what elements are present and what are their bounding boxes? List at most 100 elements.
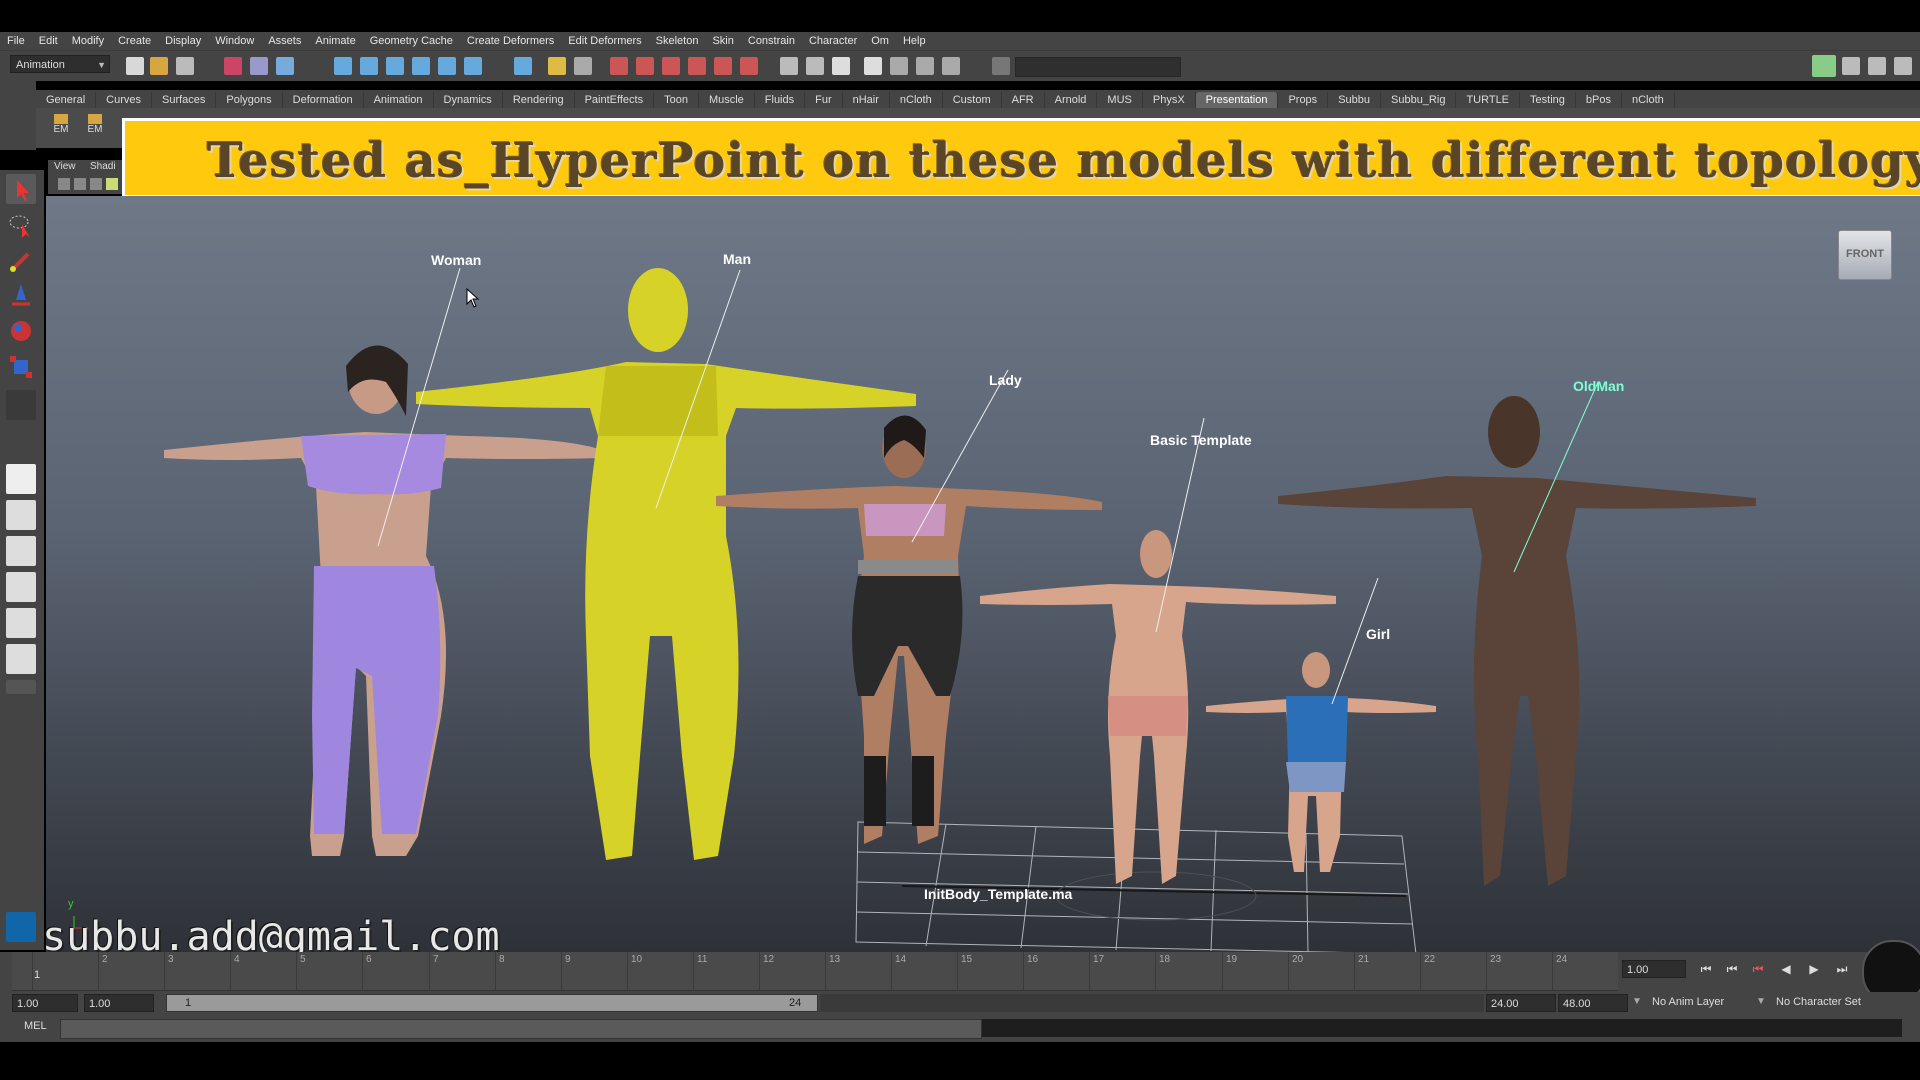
shelf-tab-subbu[interactable]: Subbu: [1328, 92, 1381, 108]
shelf-tab-arnold[interactable]: Arnold: [1045, 92, 1098, 108]
snap-surface-icon[interactable]: [438, 57, 456, 75]
render-icon[interactable]: [610, 57, 628, 75]
hypershade-icon[interactable]: [688, 57, 706, 75]
render-settings-icon[interactable]: [662, 57, 680, 75]
select-component-icon[interactable]: [276, 57, 294, 75]
shelf-tab-general[interactable]: General: [36, 92, 97, 108]
view-cube[interactable]: FRONT: [1838, 230, 1892, 280]
input-output-icon[interactable]: [780, 57, 798, 75]
shelf-tab-surfaces[interactable]: Surfaces: [152, 92, 217, 108]
shelf-tab-turtle[interactable]: TURTLE: [1456, 92, 1521, 108]
shelf-tab-polygons[interactable]: Polygons: [216, 92, 283, 108]
animation-end-field[interactable]: 48.00: [1558, 994, 1628, 1012]
field-toggle-icon[interactable]: [992, 57, 1010, 75]
menu-modify[interactable]: Modify: [65, 35, 111, 47]
shelf-button-em[interactable]: EM: [82, 114, 108, 142]
panel-menu-view[interactable]: View: [54, 161, 76, 172]
time-slider-track[interactable]: 2 3 4 5 6 7 8 9 10 11 12 13 14 15 16 17 18 19 20 21 22 23 24: [12, 952, 1618, 991]
more-layouts-icon[interactable]: [6, 680, 36, 694]
help-icon[interactable]: [514, 57, 532, 75]
camera-icon[interactable]: [890, 57, 908, 75]
panel-icon[interactable]: [58, 178, 70, 190]
menu-constrain[interactable]: Constrain: [741, 35, 802, 47]
shelf-button-em[interactable]: EM: [48, 114, 74, 142]
shelf-tab-custom[interactable]: Custom: [943, 92, 1002, 108]
menu-assets[interactable]: Assets: [261, 35, 308, 47]
tool-settings-icon[interactable]: [1868, 57, 1886, 75]
lock-icon[interactable]: [548, 57, 566, 75]
panel-icon[interactable]: [106, 178, 118, 190]
select-tool-icon[interactable]: [6, 174, 36, 204]
shelf-tab-bpos[interactable]: bPos: [1576, 92, 1622, 108]
animation-start-field[interactable]: 1.00: [12, 994, 78, 1012]
select-object-icon[interactable]: [250, 57, 268, 75]
layout-four-icon[interactable]: [6, 500, 36, 530]
light-icon[interactable]: [916, 57, 934, 75]
menu-create[interactable]: Create: [111, 35, 158, 47]
playback-start-field[interactable]: 1.00: [84, 994, 154, 1012]
shelf-tab-dynamics[interactable]: Dynamics: [434, 92, 503, 108]
shelf-tab-physx[interactable]: PhysX: [1143, 92, 1196, 108]
go-to-end-icon[interactable]: ⏭: [1832, 960, 1852, 978]
menu-display[interactable]: Display: [158, 35, 208, 47]
mel-label[interactable]: MEL: [24, 1020, 47, 1032]
rename-icon[interactable]: [806, 57, 824, 75]
shelf-tab-painteffects[interactable]: PaintEffects: [575, 92, 655, 108]
panel-icon[interactable]: [90, 178, 102, 190]
ipr-render-icon[interactable]: [636, 57, 654, 75]
last-tool-icon[interactable]: [6, 390, 36, 420]
quick-select-field[interactable]: [1015, 57, 1181, 77]
anim-layer-select[interactable]: No Anim Layer: [1652, 996, 1724, 1008]
step-back-frame-icon[interactable]: ⏮: [1748, 960, 1768, 978]
shelf-tab-presentation[interactable]: Presentation: [1195, 92, 1279, 108]
play-forwards-icon[interactable]: ▶: [1804, 960, 1824, 978]
new-scene-icon[interactable]: [126, 57, 144, 75]
rotate-tool-icon[interactable]: [6, 316, 36, 346]
play-backwards-icon[interactable]: ◀: [1776, 960, 1796, 978]
shelf-tab-toon[interactable]: Toon: [654, 92, 699, 108]
shelf-tab-deformation[interactable]: Deformation: [283, 92, 364, 108]
shelf-tab-animation[interactable]: Animation: [364, 92, 434, 108]
open-scene-icon[interactable]: [150, 57, 168, 75]
go-to-start-icon[interactable]: ⏮: [1696, 960, 1716, 978]
shelf-tab-curves[interactable]: Curves: [96, 92, 152, 108]
menu-window[interactable]: Window: [208, 35, 261, 47]
menu-file[interactable]: File: [0, 35, 32, 47]
render-globals-icon[interactable]: [740, 57, 758, 75]
save-scene-icon[interactable]: [176, 57, 194, 75]
panel-icon[interactable]: [74, 178, 86, 190]
shelf-tab-props[interactable]: Props: [1278, 92, 1329, 108]
lasso-tool-icon[interactable]: [6, 210, 36, 240]
shelf-tab-testing[interactable]: Testing: [1520, 92, 1576, 108]
snap-curve-icon[interactable]: [360, 57, 378, 75]
paint-select-icon[interactable]: [6, 246, 36, 276]
menu-character[interactable]: Character: [802, 35, 864, 47]
panel-menu-shading[interactable]: Shadi: [90, 161, 116, 172]
layout-hypergraph-icon[interactable]: [6, 608, 36, 638]
render-view-icon[interactable]: [714, 57, 732, 75]
shelf-tab-muscle[interactable]: Muscle: [699, 92, 755, 108]
character-set-select[interactable]: No Character Set: [1776, 996, 1861, 1008]
step-back-key-icon[interactable]: ⏮: [1722, 960, 1742, 978]
gear-icon[interactable]: [942, 57, 960, 75]
range-slider-bar[interactable]: 1 24: [166, 994, 818, 1012]
menu-set-select[interactable]: Animation ▼: [10, 55, 110, 73]
layout-outliner-icon[interactable]: [6, 536, 36, 566]
menu-geometry-cache[interactable]: Geometry Cache: [363, 35, 460, 47]
move-tool-icon[interactable]: [6, 280, 36, 310]
layout-graph-icon[interactable]: [6, 572, 36, 602]
shelf-tab-fluids[interactable]: Fluids: [755, 92, 806, 108]
shelf-tab-subbu-rig[interactable]: Subbu_Rig: [1381, 92, 1457, 108]
clipboard-icon[interactable]: [832, 57, 850, 75]
playback-end-field[interactable]: 24.00: [1486, 994, 1556, 1012]
chevron-down-icon[interactable]: ▼: [1756, 996, 1766, 1007]
menu-om[interactable]: Om: [864, 35, 896, 47]
menu-edit-deformers[interactable]: Edit Deformers: [561, 35, 648, 47]
menu-animate[interactable]: Animate: [308, 35, 362, 47]
select-hierarchy-icon[interactable]: [224, 57, 242, 75]
shelf-tab-ncloth[interactable]: nCloth: [890, 92, 943, 108]
layer-editor-icon[interactable]: [1894, 57, 1912, 75]
snap-view-icon[interactable]: [464, 57, 482, 75]
snap-grid-icon[interactable]: [334, 57, 352, 75]
channel-box-toggle-icon[interactable]: [1812, 55, 1836, 77]
